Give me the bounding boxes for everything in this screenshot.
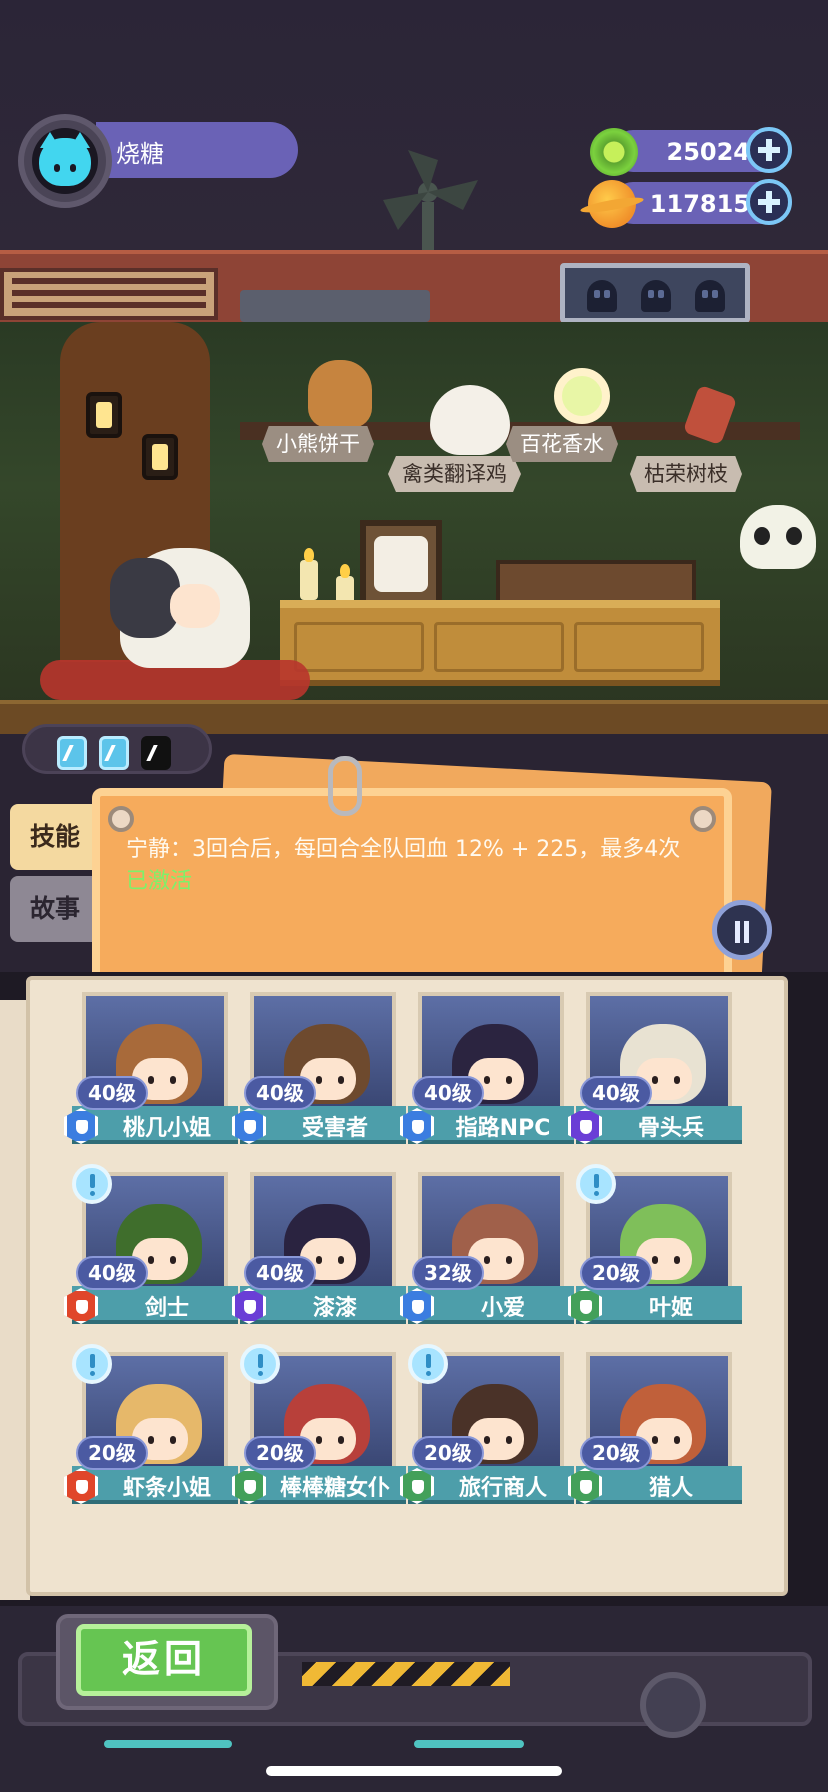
lantern-icon	[86, 392, 122, 438]
player-avatar[interactable]	[18, 114, 112, 208]
character-name: 旅行商人	[458, 1476, 547, 1501]
shelf-item-tag[interactable]: 百花香水	[506, 426, 618, 462]
character-card[interactable]: 桃几小姐 40级	[64, 992, 238, 1157]
cat-avatar-icon	[32, 128, 98, 194]
character-level: 40级	[244, 1076, 316, 1110]
player-name-plate[interactable]: 烧糖	[96, 122, 298, 178]
pin-icon	[690, 806, 716, 832]
character-card[interactable]: 受害者 40级	[232, 992, 406, 1157]
dial-decoration	[640, 1672, 706, 1738]
character-name: 指路NPC	[455, 1116, 551, 1141]
character-card[interactable]: 指路NPC 40级	[400, 992, 574, 1157]
add-orange-currency-button[interactable]	[746, 179, 792, 225]
alert-icon	[72, 1344, 112, 1384]
empty-charge-slot	[141, 736, 171, 770]
character-level: 20级	[244, 1436, 316, 1470]
character-level: 20级	[412, 1436, 484, 1470]
skill-status: 已激活	[126, 869, 193, 894]
ghost-icon	[695, 280, 725, 312]
vent-decoration	[0, 268, 218, 320]
tab-story[interactable]: 故事	[10, 876, 96, 942]
character-card[interactable]: 猎人 20级	[568, 1352, 742, 1517]
character-name: 受害者	[301, 1116, 368, 1141]
hazard-stripe	[302, 1662, 510, 1686]
tab-skill[interactable]: 技能	[10, 804, 96, 870]
ghost-icon	[587, 280, 617, 312]
character-card[interactable]: 小爱 32级	[400, 1172, 574, 1337]
ghost-icon	[641, 280, 671, 312]
alert-icon	[72, 1164, 112, 1204]
picture-frame	[360, 520, 442, 610]
skull-decoration	[740, 505, 816, 569]
alert-icon	[576, 1164, 616, 1204]
green-gem-coin-icon	[590, 128, 638, 176]
perfume-item[interactable]	[554, 368, 610, 424]
character-card[interactable]: 虾条小姐 20级	[64, 1344, 238, 1517]
energy-charge-icon	[57, 736, 87, 770]
character-card[interactable]: 骨头兵 40级	[568, 992, 742, 1157]
energy-charges	[22, 724, 212, 774]
teal-strip	[414, 1740, 524, 1748]
character-level: 20级	[76, 1436, 148, 1470]
character-level: 40级	[244, 1256, 316, 1290]
character-name: 虾条小姐	[122, 1476, 211, 1501]
books-decoration	[496, 560, 696, 604]
translator-chicken-item[interactable]	[430, 385, 510, 455]
character-card[interactable]: 剑士 40级	[64, 1164, 238, 1337]
skill-text: 宁静：3回合后，每回合全队回血 12% + 225，最多4次	[126, 837, 681, 862]
home-indicator[interactable]	[266, 1766, 562, 1776]
shelf-item-tag[interactable]: 枯荣树枝	[630, 456, 742, 492]
character-name: 桃几小姐	[122, 1116, 211, 1141]
character-card[interactable]: 漆漆 40级	[232, 1172, 406, 1337]
character-level: 32级	[412, 1256, 484, 1290]
character-name: 小爱	[480, 1296, 525, 1321]
character-name: 叶姬	[648, 1296, 693, 1321]
character-name: 棒棒糖女仆	[279, 1476, 390, 1501]
player-name: 烧糖	[116, 140, 164, 168]
book-page-faded-text	[168, 1516, 748, 1534]
swap-pages-button[interactable]	[712, 900, 772, 960]
bear-cookie-item[interactable]	[308, 360, 372, 428]
shelf-item-tag[interactable]: 小熊饼干	[262, 426, 374, 462]
skill-description: 宁静：3回合后，每回合全队回血 12% + 225，最多4次 已激活	[126, 834, 706, 898]
character-card[interactable]: 旅行商人 20级	[400, 1344, 574, 1517]
green-currency-value: 25024	[666, 138, 751, 166]
alert-icon	[240, 1344, 280, 1384]
lantern-icon	[142, 434, 178, 480]
character-level: 40级	[76, 1256, 148, 1290]
character-level: 20级	[580, 1256, 652, 1290]
selected-character-sprite[interactable]	[90, 528, 280, 678]
add-green-currency-button[interactable]	[746, 127, 792, 173]
desk	[280, 600, 720, 686]
character-card[interactable]: 叶姬 20级	[568, 1164, 742, 1337]
character-name: 骨头兵	[637, 1116, 704, 1141]
pin-icon	[108, 806, 134, 832]
back-button[interactable]: 返回	[76, 1624, 252, 1696]
character-level: 40级	[580, 1076, 652, 1110]
character-name: 剑士	[144, 1296, 189, 1321]
grill-decoration	[240, 290, 430, 322]
orange-currency-value: 117815	[649, 190, 750, 218]
orange-planet-coin-icon	[588, 180, 636, 228]
character-level: 40级	[76, 1076, 148, 1110]
character-name: 漆漆	[312, 1296, 357, 1321]
energy-charge-icon	[99, 736, 129, 770]
fan-decoration-icon	[383, 150, 478, 250]
paperclip-icon	[328, 756, 362, 816]
teal-strip	[104, 1740, 232, 1748]
candle-icon	[300, 548, 318, 600]
character-level: 40级	[412, 1076, 484, 1110]
alert-icon	[408, 1344, 448, 1384]
character-name: 猎人	[648, 1476, 693, 1501]
ghost-panel	[560, 263, 750, 323]
character-level: 20级	[580, 1436, 652, 1470]
character-card[interactable]: 棒棒糖女仆 20级	[232, 1344, 406, 1517]
shelf-item-tag[interactable]: 禽类翻译鸡	[388, 456, 521, 492]
